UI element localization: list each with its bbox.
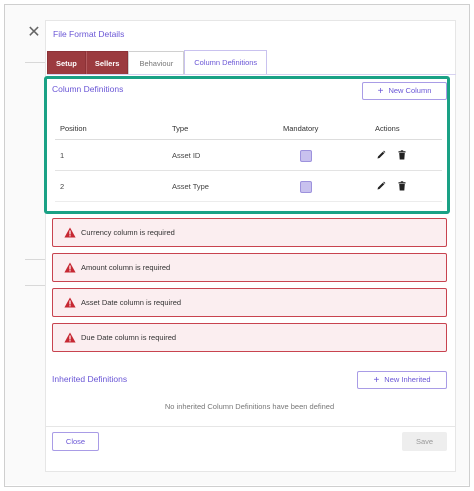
column-definitions-table: Position Type Mandatory Actions 1 Asset … bbox=[55, 117, 442, 202]
table-row: 2 Asset Type bbox=[55, 171, 442, 202]
column-definitions-title: Column Definitions bbox=[52, 84, 124, 94]
new-column-button[interactable]: + New Column bbox=[362, 82, 447, 100]
plus-icon: + bbox=[373, 375, 380, 386]
alert-message: Currency column is required bbox=[81, 228, 175, 237]
alert-message: Asset Date column is required bbox=[81, 298, 182, 307]
row-position: 2 bbox=[60, 182, 65, 191]
alert-asset-date-required: Asset Date column is required bbox=[52, 288, 447, 317]
close-button[interactable]: Close bbox=[52, 432, 99, 451]
tab-sellers[interactable]: Sellers bbox=[85, 51, 129, 74]
table-row: 1 Asset ID bbox=[55, 140, 442, 171]
header-mandatory: Mandatory bbox=[283, 124, 319, 133]
warning-icon bbox=[64, 227, 76, 238]
header-type: Type bbox=[172, 124, 189, 133]
tab-behaviour[interactable]: Behaviour bbox=[128, 51, 185, 74]
warning-icon bbox=[64, 332, 76, 343]
alert-message: Amount column is required bbox=[81, 263, 171, 272]
modal-title: File Format Details bbox=[53, 29, 125, 39]
trash-icon[interactable] bbox=[397, 150, 407, 160]
close-icon[interactable]: ✕ bbox=[27, 25, 41, 41]
row-type: Asset Type bbox=[172, 182, 209, 191]
new-inherited-label: New Inherited bbox=[384, 375, 431, 384]
inherited-empty-message: No inherited Column Definitions have bee… bbox=[164, 402, 335, 411]
column-definitions-panel: Column Definitions + New Column Position … bbox=[44, 76, 450, 214]
header-position: Position bbox=[60, 124, 87, 133]
plus-icon: + bbox=[377, 86, 384, 97]
tab-setup[interactable]: Setup bbox=[47, 51, 86, 74]
inherited-definitions-title: Inherited Definitions bbox=[52, 374, 128, 384]
table-header: Position Type Mandatory Actions bbox=[55, 117, 442, 140]
row-position: 1 bbox=[60, 151, 65, 160]
pencil-icon[interactable] bbox=[376, 181, 386, 191]
warning-icon bbox=[64, 297, 76, 308]
trash-icon[interactable] bbox=[397, 181, 407, 191]
warning-icon bbox=[64, 262, 76, 273]
tab-underline bbox=[47, 74, 456, 75]
new-inherited-button[interactable]: + New Inherited bbox=[357, 371, 447, 389]
new-column-label: New Column bbox=[388, 86, 432, 95]
alert-due-date-required: Due Date column is required bbox=[52, 323, 447, 352]
footer-divider bbox=[46, 426, 455, 427]
row-type: Asset ID bbox=[172, 151, 201, 160]
mandatory-checkbox[interactable] bbox=[300, 181, 312, 193]
pencil-icon[interactable] bbox=[376, 150, 386, 160]
header-actions: Actions bbox=[375, 124, 400, 133]
alert-message: Due Date column is required bbox=[81, 333, 177, 342]
mandatory-checkbox[interactable] bbox=[300, 150, 312, 162]
alert-currency-required: Currency column is required bbox=[52, 218, 447, 247]
save-button[interactable]: Save bbox=[402, 432, 447, 451]
alert-amount-required: Amount column is required bbox=[52, 253, 447, 282]
tab-column-definitions[interactable]: Column Definitions bbox=[184, 50, 268, 74]
tab-bar: Setup Sellers Behaviour Column Definitio… bbox=[47, 50, 268, 74]
